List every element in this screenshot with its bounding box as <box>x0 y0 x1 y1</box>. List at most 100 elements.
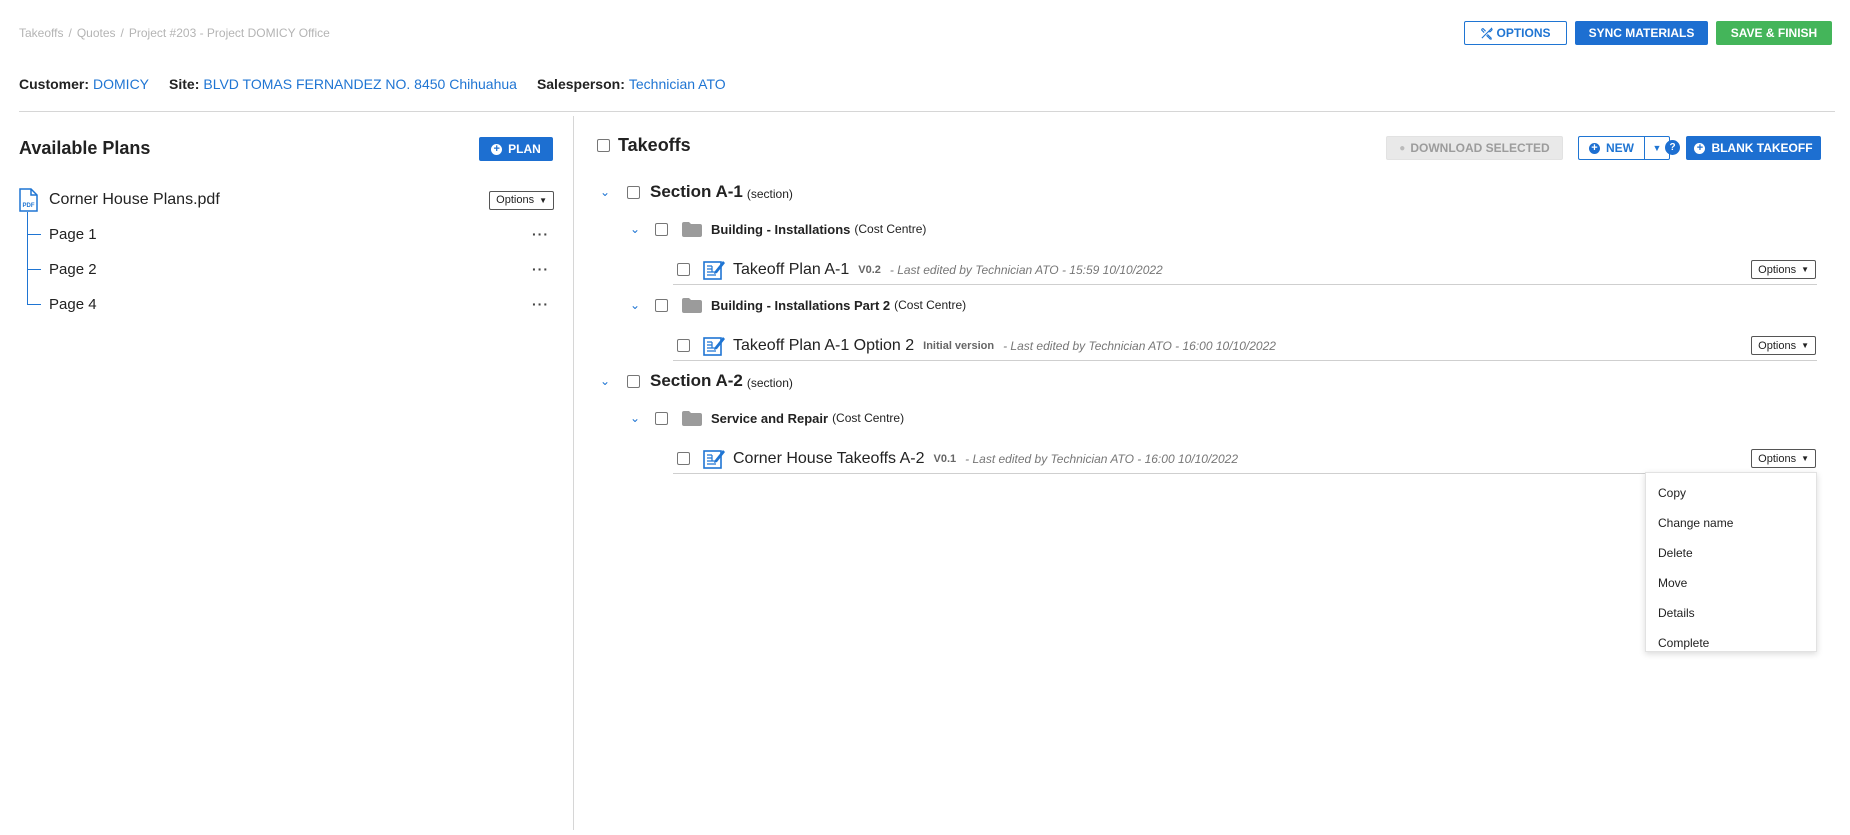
takeoff-name[interactable]: Corner House Takeoffs A-2 <box>733 450 925 468</box>
caret-down-icon: ▼ <box>1801 454 1809 463</box>
cost-centre-checkbox[interactable] <box>655 298 668 312</box>
takeoff-meta: - Last edited by Technician ATO - 16:00 … <box>1003 338 1276 353</box>
menu-item-complete[interactable]: Complete <box>1646 628 1816 658</box>
save-finish-button[interactable]: SAVE & FINISH <box>1716 21 1832 45</box>
menu-item-copy[interactable]: Copy <box>1646 478 1816 508</box>
cost-centre-name: Service and Repair <box>711 410 829 426</box>
cost-centre-checkbox[interactable] <box>655 411 668 425</box>
takeoff-checkbox[interactable] <box>677 339 690 352</box>
menu-item-delete[interactable]: Delete <box>1646 538 1816 568</box>
tools-icon <box>1481 26 1494 40</box>
add-plan-button[interactable]: + PLAN <box>479 137 553 161</box>
takeoff-options-menu: Copy Change name Delete Move Details Com… <box>1645 472 1817 652</box>
blank-takeoff-button[interactable]: + BLANK TAKEOFF <box>1686 136 1821 160</box>
plus-circle-icon: + <box>491 143 503 155</box>
plan-page-name: Page 1 <box>49 225 97 243</box>
takeoff-options-button[interactable]: Options ▼ <box>1751 449 1816 468</box>
takeoff-version: V0.2 <box>858 263 881 276</box>
select-all-checkbox[interactable] <box>597 139 610 152</box>
menu-item-change-name[interactable]: Change name <box>1646 508 1816 538</box>
svg-text:PDF: PDF <box>23 203 35 209</box>
plan-file-row[interactable]: PDF Corner House Plans.pdf Options ▼ <box>19 188 554 212</box>
project-info: Customer: DOMICY Site: BLVD TOMAS FERNANDE… <box>19 76 746 92</box>
pdf-file-icon: PDF <box>19 188 38 212</box>
breadcrumb-quotes[interactable]: Quotes <box>77 26 116 40</box>
section-name: Section A-1 <box>650 182 743 201</box>
menu-item-move[interactable]: Move <box>1646 568 1816 598</box>
chevron-down-icon[interactable]: ⌄ <box>627 222 643 236</box>
plan-page-row[interactable]: Page 2 ··· <box>27 259 554 279</box>
customer-label: Customer: <box>19 76 90 92</box>
takeoff-version: V0.1 <box>933 452 957 465</box>
caret-down-icon: ▼ <box>1801 341 1809 350</box>
download-selected-label: DOWNLOAD SELECTED <box>1410 141 1550 155</box>
section-row: ⌄ Section A-2 (section) <box>597 370 793 392</box>
section-type: (section) <box>746 375 793 390</box>
takeoff-name[interactable]: Takeoff Plan A-1 Option 2 <box>733 337 914 355</box>
chevron-down-icon[interactable]: ⌄ <box>597 185 613 199</box>
takeoff-version: Initial version <box>923 339 995 352</box>
download-selected-button[interactable]: ● DOWNLOAD SELECTED <box>1386 136 1563 160</box>
takeoffs-header: Takeoffs <box>597 135 691 156</box>
plan-page-row[interactable]: Page 4 ··· <box>27 294 554 314</box>
cost-centre-row: ⌄ Service and Repair (Cost Centre) <box>627 407 904 429</box>
options-button[interactable]: OPTIONS <box>1464 21 1567 45</box>
cost-centre-name: Building - Installations Part 2 <box>711 297 891 313</box>
takeoff-item-row[interactable]: Corner House Takeoffs A-2 V0.1 - Last ed… <box>673 444 1817 474</box>
site-label: Site: <box>169 76 200 92</box>
folder-icon <box>682 221 702 237</box>
chevron-down-icon[interactable]: ⌄ <box>627 298 643 312</box>
section-name: Section A-2 <box>650 371 743 390</box>
options-button-label: OPTIONS <box>1496 26 1551 40</box>
plan-page-name: Page 2 <box>49 260 97 278</box>
takeoff-options-button[interactable]: Options ▼ <box>1751 260 1816 279</box>
sync-materials-button[interactable]: SYNC MATERIALS <box>1575 21 1708 45</box>
cost-centre-type: (Cost Centre) <box>854 222 927 236</box>
takeoff-plan-icon <box>703 449 725 469</box>
takeoff-checkbox[interactable] <box>677 452 690 465</box>
takeoff-options-label: Options <box>1758 263 1797 276</box>
menu-item-details[interactable]: Details <box>1646 598 1816 628</box>
plan-page-row[interactable]: Page 1 ··· <box>27 224 554 244</box>
cost-centre-row: ⌄ Building - Installations Part 2 (Cost … <box>627 294 966 316</box>
cost-centre-checkbox[interactable] <box>655 222 668 236</box>
customer-link[interactable]: DOMICY <box>93 76 149 92</box>
more-options-icon[interactable]: ··· <box>532 296 549 312</box>
takeoff-options-button[interactable]: Options ▼ <box>1751 336 1816 355</box>
plan-options-label: Options <box>496 194 535 206</box>
folder-icon <box>682 297 702 313</box>
chevron-down-icon[interactable]: ⌄ <box>627 411 643 425</box>
folder-icon <box>682 410 702 426</box>
more-options-icon[interactable]: ··· <box>532 261 549 277</box>
takeoff-plan-icon <box>703 336 725 356</box>
plan-file-name: Corner House Plans.pdf <box>49 191 220 208</box>
plan-options-button[interactable]: Options ▼ <box>489 190 554 210</box>
caret-down-icon: ▼ <box>539 195 547 205</box>
available-plans-title: Available Plans <box>19 138 151 158</box>
takeoff-checkbox[interactable] <box>677 263 690 276</box>
section-type: (section) <box>746 186 793 201</box>
new-takeoff-button[interactable]: + NEW <box>1578 136 1644 160</box>
header-divider <box>19 111 1835 112</box>
takeoff-item-row[interactable]: Takeoff Plan A-1 Option 2 Initial versio… <box>673 331 1817 361</box>
salesperson-link[interactable]: Technician ATO <box>629 76 726 92</box>
section-checkbox[interactable] <box>627 374 640 388</box>
section-checkbox[interactable] <box>627 185 640 199</box>
site-link[interactable]: BLVD TOMAS FERNANDEZ NO. 8450 Chihuahua <box>203 76 517 92</box>
takeoff-options-label: Options <box>1758 339 1797 352</box>
takeoff-plan-icon <box>703 260 725 280</box>
caret-down-icon: ▼ <box>1652 143 1662 153</box>
takeoff-item-row[interactable]: Takeoff Plan A-1 V0.2 - Last edited by T… <box>673 255 1817 285</box>
takeoff-name[interactable]: Takeoff Plan A-1 <box>733 261 849 279</box>
cost-centre-type: (Cost Centre) <box>894 298 967 312</box>
section-row: ⌄ Section A-1 (section) <box>597 181 793 203</box>
caret-down-icon: ▼ <box>1801 265 1809 274</box>
help-icon[interactable]: ? <box>1665 140 1680 155</box>
breadcrumb-takeoffs[interactable]: Takeoffs <box>19 26 63 40</box>
cost-centre-name: Building - Installations <box>711 221 851 237</box>
cost-centre-type: (Cost Centre) <box>832 411 905 425</box>
breadcrumb: Takeoffs / Quotes / Project #203 - Project D… <box>19 26 330 40</box>
chevron-down-icon[interactable]: ⌄ <box>597 374 613 388</box>
more-options-icon[interactable]: ··· <box>532 226 549 242</box>
takeoff-options-label: Options <box>1758 452 1797 465</box>
